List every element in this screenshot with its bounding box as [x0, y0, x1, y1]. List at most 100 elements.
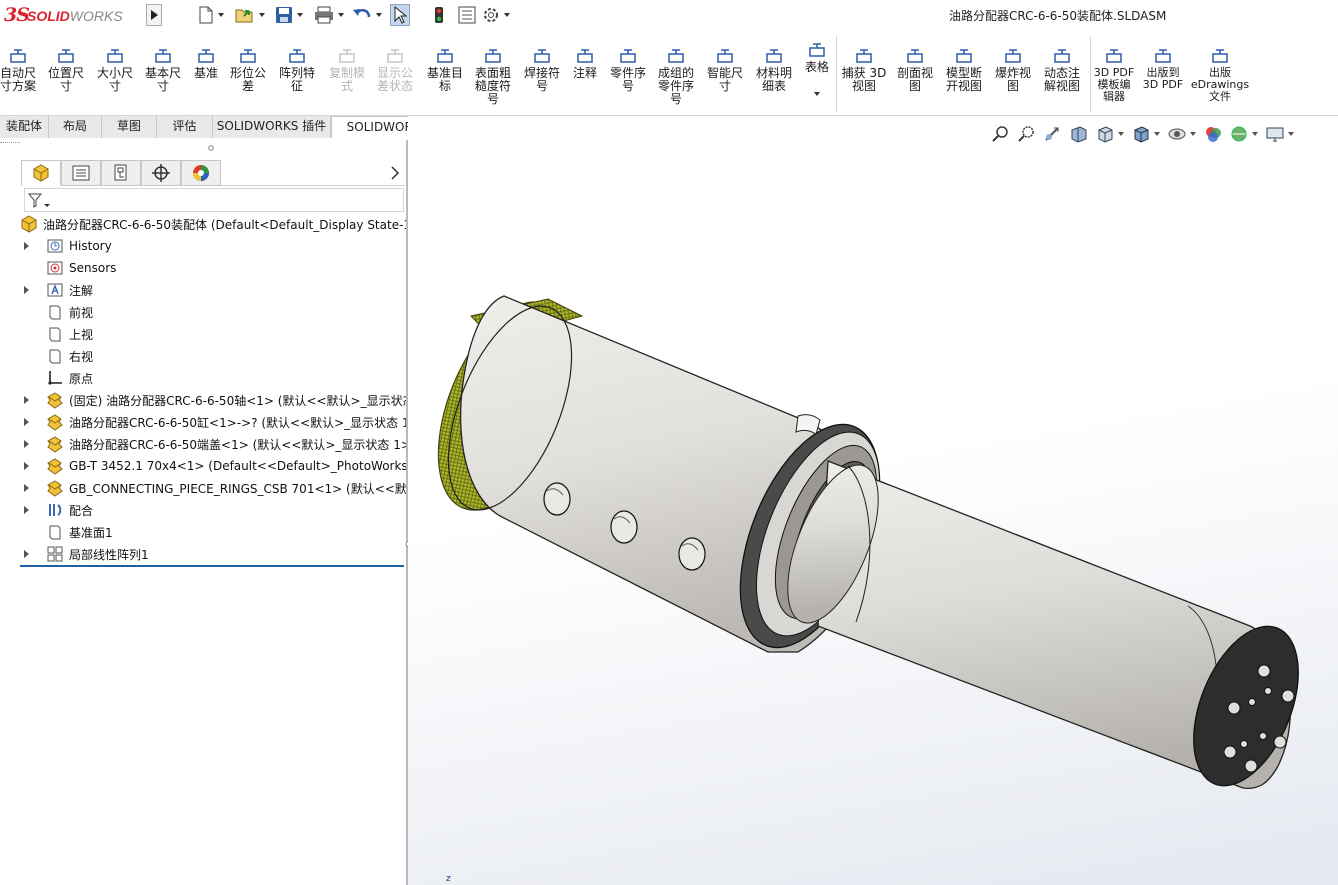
brand-name: SOLIDWORKS	[27, 8, 123, 24]
assembly-cube-icon	[33, 164, 49, 182]
tab-dimxpert-manager[interactable]	[141, 160, 181, 186]
plane-icon	[46, 347, 64, 365]
section-view-icon	[905, 46, 925, 66]
tab-1[interactable]: 装配体	[0, 116, 49, 138]
save-button[interactable]	[275, 5, 303, 25]
graphics-area[interactable]: z	[408, 116, 1338, 885]
tab-5[interactable]: SOLIDWORKS 插件	[213, 116, 331, 138]
ds-logo-mark: 3S	[4, 4, 30, 26]
expand-arrow-icon[interactable]	[20, 477, 32, 499]
chevron-right-icon[interactable]	[390, 166, 400, 180]
file-properties-icon	[458, 6, 476, 24]
tree-item[interactable]: 上视	[20, 323, 406, 345]
tree-root-label: 油路分配器CRC-6-6-50装配体 (Default<Default_Disp…	[43, 217, 406, 232]
linear-pattern-icon	[46, 545, 64, 563]
balloon-icon	[618, 46, 638, 66]
print-icon	[315, 6, 333, 24]
chevron-down-icon[interactable]	[376, 13, 382, 17]
chevron-down-icon[interactable]	[338, 13, 344, 17]
tab-property-manager[interactable]	[61, 160, 101, 186]
command-label: 大小尺 寸	[96, 66, 133, 93]
edrawings-button[interactable]: 出版 eDrawings 文件	[1190, 46, 1250, 103]
part-icon	[46, 413, 64, 431]
tree-item-label: GB_CONNECTING_PIECE_RINGS_CSB 701<1> (默认…	[69, 481, 406, 496]
command-label: 零件序 号	[609, 66, 646, 93]
exploded-view-icon	[1003, 46, 1023, 66]
chevron-down-icon[interactable]	[297, 13, 303, 17]
feature-tree-filter[interactable]	[24, 188, 404, 212]
tree-item[interactable]: 注解	[20, 279, 406, 301]
rebuild-button[interactable]	[434, 5, 444, 25]
tab-3[interactable]: 草图	[102, 116, 157, 138]
smart-dimension-icon	[715, 46, 735, 66]
new-document-button[interactable]	[198, 5, 224, 25]
command-label: 自动尺 寸方案	[0, 66, 36, 93]
tree-item-label: Sensors	[69, 261, 117, 275]
tab-feature-tree[interactable]	[21, 160, 61, 186]
print-button[interactable]	[314, 5, 344, 25]
tree-item[interactable]: History	[20, 235, 406, 257]
tree-item[interactable]: 油路分配器CRC-6-6-50缸<1>->? (默认<<默认>_显示状态 1:	[20, 411, 406, 433]
basic-dimension-icon	[153, 46, 173, 66]
tree-item[interactable]: GB-T 3452.1 70x4<1> (Default<<Default>_P…	[20, 455, 406, 477]
command-label: 爆炸视 图	[994, 66, 1031, 93]
solidworks-logo[interactable]: 3S SOLIDWORKS	[4, 4, 144, 28]
tree-item[interactable]: 原点	[20, 367, 406, 389]
tree-item[interactable]: GB_CONNECTING_PIECE_RINGS_CSB 701<1> (默认…	[20, 477, 406, 499]
broken-view-icon	[954, 46, 974, 66]
publish-3d-pdf-button[interactable]: 出版到 3D PDF	[1133, 46, 1193, 91]
expand-arrow-icon[interactable]	[20, 455, 32, 477]
copy-scheme-icon	[337, 46, 357, 66]
tree-item[interactable]: (固定) 油路分配器CRC-6-6-50轴<1> (默认<<默认>_显示状态	[20, 389, 406, 411]
expand-arrow-icon[interactable]	[20, 433, 32, 455]
tree-item[interactable]: Sensors	[20, 257, 406, 279]
dynamic-annotation-view-button[interactable]: 动态注 解视图	[1032, 46, 1092, 93]
tab-2[interactable]: 布局	[49, 116, 102, 138]
tree-end-marker	[20, 565, 404, 567]
tree-item[interactable]: 油路分配器CRC-6-6-50端盖<1> (默认<<默认>_显示状态 1>)	[20, 433, 406, 455]
tree-item[interactable]: 局部线性阵列1	[20, 543, 406, 565]
chevron-down-icon[interactable]	[814, 92, 820, 96]
open-button[interactable]	[235, 5, 265, 25]
tab-configuration-manager[interactable]	[101, 160, 141, 186]
expand-arrow-icon[interactable]	[20, 411, 32, 433]
assembly-icon	[20, 215, 38, 233]
tab-display-manager[interactable]	[181, 160, 221, 186]
tree-item-label: 油路分配器CRC-6-6-50端盖<1> (默认<<默认>_显示状态 1>)	[69, 437, 406, 452]
panel-grip-icon[interactable]	[208, 145, 214, 151]
tree-item[interactable]: 前视	[20, 301, 406, 323]
expand-arrow-icon[interactable]	[20, 235, 32, 257]
expand-arrow-icon[interactable]	[20, 279, 32, 301]
file-properties-button[interactable]	[458, 5, 476, 25]
command-label: 复制模 式	[328, 66, 365, 93]
expand-arrow-icon[interactable]	[20, 499, 32, 521]
command-label: 智能尺 寸	[706, 66, 743, 93]
select-button[interactable]	[390, 4, 410, 26]
tree-item-label: 上视	[69, 327, 94, 342]
tree-item[interactable]: 配合	[20, 499, 406, 521]
expand-arrow-icon[interactable]	[20, 389, 32, 411]
options-button[interactable]	[482, 5, 510, 25]
chevron-down-icon[interactable]	[218, 13, 224, 17]
tree-item[interactable]: 右视	[20, 345, 406, 367]
tree-item[interactable]: 基准面1	[20, 521, 406, 543]
annotations-icon	[46, 281, 64, 299]
command-label: 基准	[193, 66, 218, 80]
new-document-icon	[199, 6, 213, 24]
property-manager-icon	[72, 165, 90, 181]
filter-icon	[28, 193, 50, 208]
expand-arrow-icon[interactable]	[20, 543, 32, 565]
chevron-down-icon[interactable]	[504, 13, 510, 17]
menu-expand-button[interactable]	[146, 4, 162, 26]
undo-button[interactable]	[352, 5, 382, 25]
panel-separator	[0, 142, 20, 143]
chevron-down-icon[interactable]	[259, 13, 265, 17]
command-label: 形位公 差	[229, 66, 266, 93]
assembly-model-render[interactable]	[408, 116, 1338, 885]
command-label: 显示公 差状态	[376, 66, 413, 93]
tab-4[interactable]: 评估	[157, 116, 213, 138]
datum-target-icon	[435, 46, 455, 66]
tree-root-assembly[interactable]: 油路分配器CRC-6-6-50装配体 (Default<Default_Disp…	[20, 213, 406, 235]
